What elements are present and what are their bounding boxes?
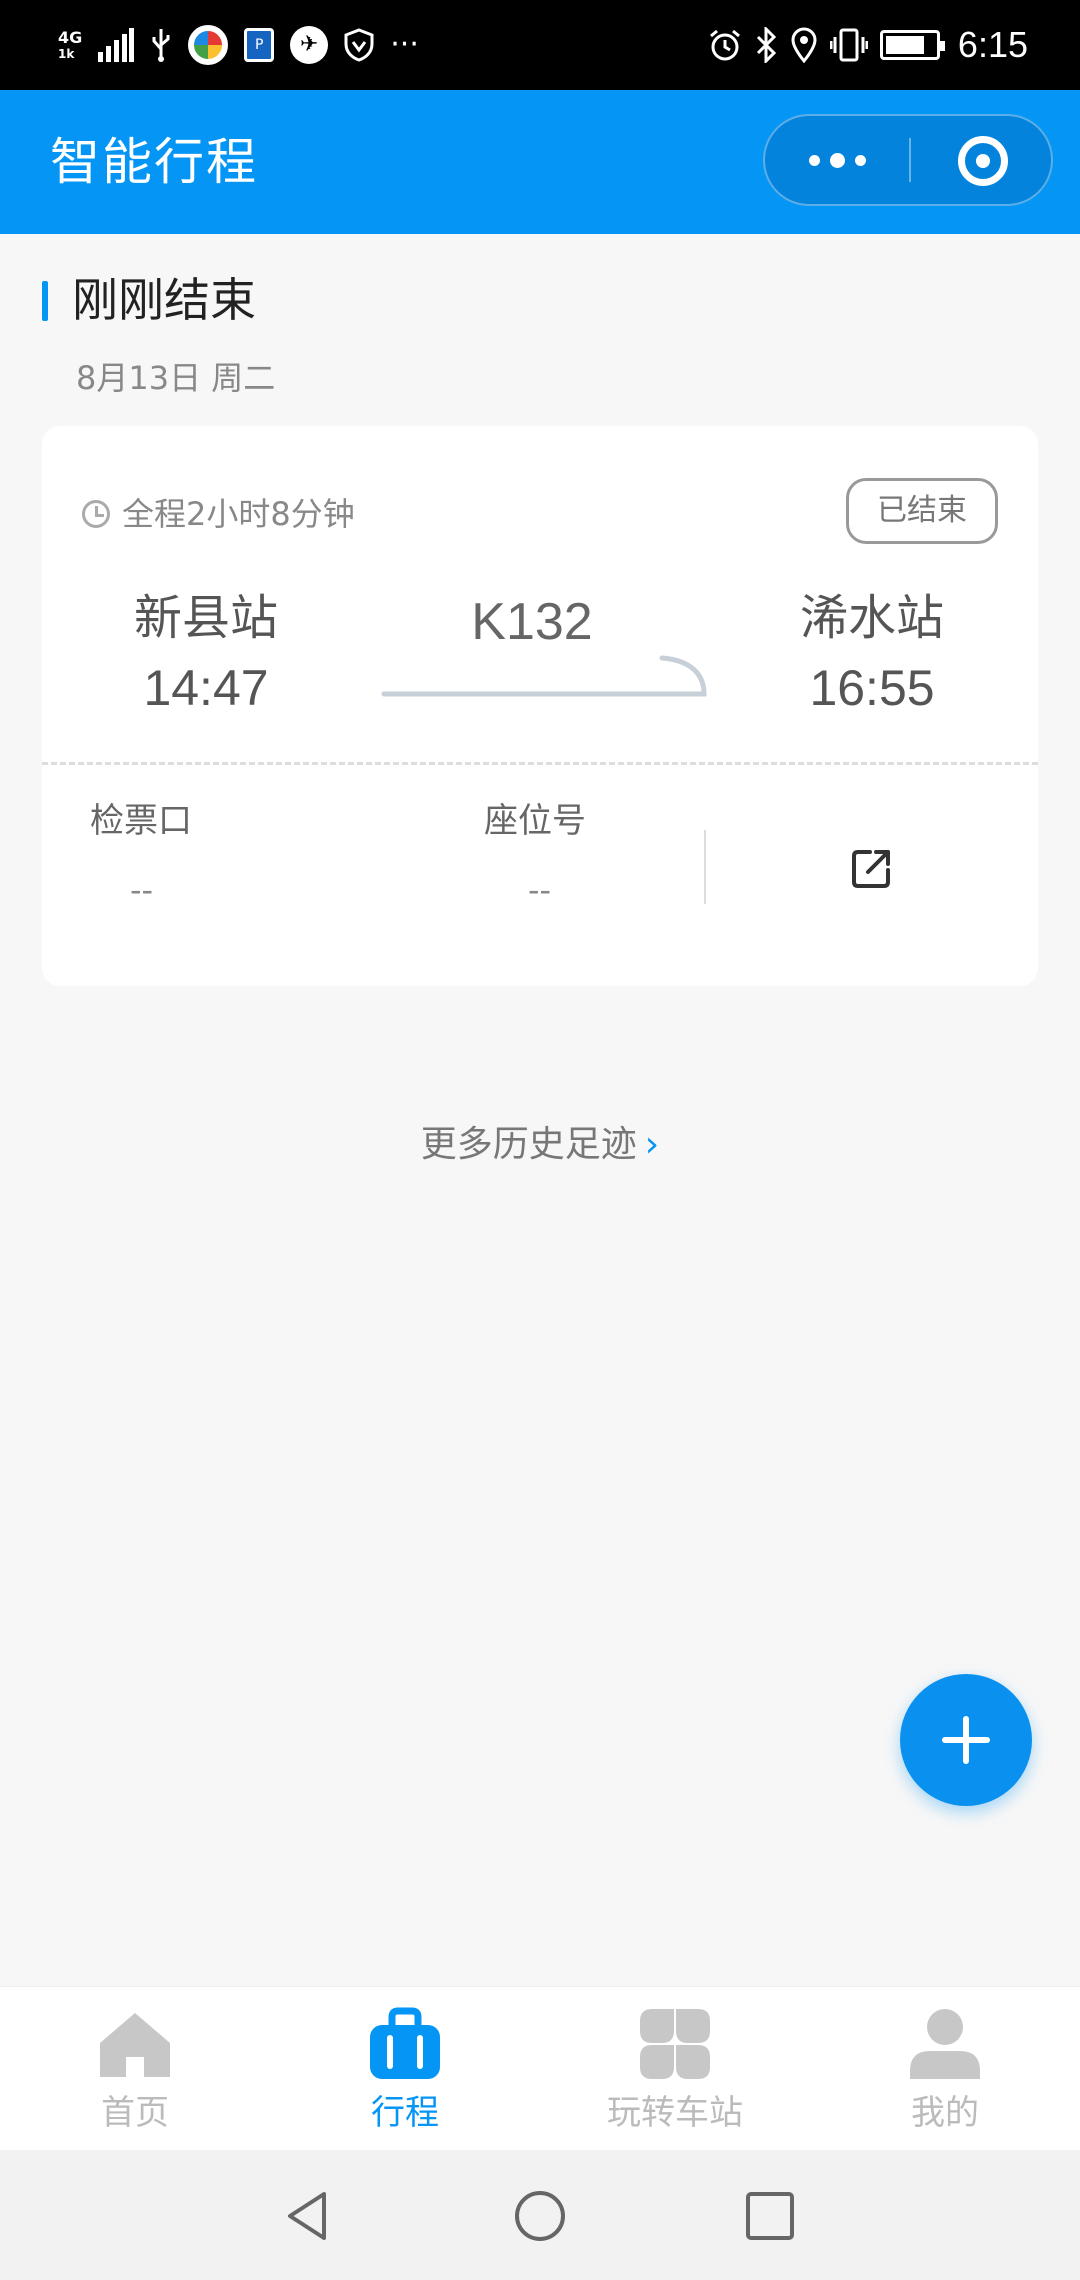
network-speed: 1k	[58, 47, 75, 61]
arrival-station: 浠水站 16:55	[742, 586, 1002, 720]
trip-duration: 全程2小时8分钟	[82, 492, 355, 536]
section-accent-bar	[42, 281, 48, 321]
alarm-icon	[709, 29, 740, 61]
info-divider	[704, 830, 706, 904]
more-dots-icon[interactable]	[765, 116, 909, 204]
clock-time: 6:15	[957, 24, 1028, 65]
ticket-gate-info: 检票口 --	[90, 798, 330, 912]
home-icon	[100, 2013, 170, 2077]
status-right: 6:15	[708, 18, 1028, 72]
history-link-label: 更多历史足迹	[420, 1124, 637, 1165]
trip-card[interactable]: 全程2小时8分钟 已结束 新县站 14:47 K132 浠水站 16:55 检票…	[42, 426, 1038, 986]
system-nav-bar	[0, 2150, 1080, 2280]
seat-info: 座位号 --	[484, 798, 724, 912]
share-icon[interactable]	[848, 844, 896, 892]
mini-program-capsule	[763, 114, 1053, 206]
clock-icon	[82, 500, 110, 528]
person-icon	[910, 2009, 980, 2079]
luggage-icon	[370, 2007, 440, 2079]
recent-apps-icon[interactable]	[742, 2188, 798, 2244]
browser-app-icon	[188, 25, 229, 65]
more-notifications-icon: ···	[390, 27, 419, 62]
section-title: 刚刚结束	[72, 273, 256, 327]
seat-label: 座位号	[484, 801, 586, 841]
history-link[interactable]: 更多历史足迹 ›	[0, 1120, 1080, 1170]
home-circle-icon[interactable]	[512, 2188, 568, 2244]
tab-home[interactable]: 首页	[0, 1987, 270, 2151]
network-indicator: 4G 1k	[58, 28, 83, 62]
duration-text: 全程2小时8分钟	[122, 495, 355, 533]
bluetooth-icon	[756, 27, 777, 63]
arrival-time: 16:55	[809, 660, 935, 716]
shield-icon	[344, 28, 374, 62]
ticket-gate-label: 检票口	[90, 801, 192, 841]
app-header: 智能行程	[0, 90, 1080, 234]
plus-icon[interactable]	[900, 1674, 1032, 1806]
seat-value: --	[528, 871, 552, 909]
bottom-tab-bar: 首页 行程 玩转车站 我的	[0, 1986, 1080, 2150]
vibrate-icon	[829, 28, 868, 62]
target-icon[interactable]	[911, 116, 1053, 204]
tab-profile[interactable]: 我的	[810, 1987, 1080, 2151]
arrival-station-name: 浠水站	[799, 590, 944, 646]
status-bar: 4G 1k P ✈ ··· 6:15	[0, 0, 1080, 90]
tab-trips-label: 行程	[371, 2093, 439, 2133]
usb-icon	[152, 29, 170, 62]
departure-station: 新县站 14:47	[76, 586, 336, 720]
back-icon[interactable]	[280, 2188, 336, 2244]
tab-trips[interactable]: 行程	[270, 1987, 540, 2151]
battery-icon	[879, 30, 945, 60]
ticket-gate-value: --	[130, 871, 154, 909]
tab-home-label: 首页	[101, 2093, 169, 2133]
section-date: 8月13日 周二	[76, 359, 276, 397]
departure-station-name: 新县站	[133, 590, 278, 646]
page-title: 智能行程	[50, 133, 258, 191]
chevron-right-icon: ›	[644, 1124, 660, 1165]
train-route-icon	[381, 655, 707, 697]
status-left: 4G 1k P ✈ ···	[58, 18, 419, 72]
signal-icon	[98, 28, 135, 62]
app-notification-icon: P	[244, 28, 275, 62]
network-type: 4G	[58, 28, 83, 47]
card-divider	[42, 762, 1038, 765]
train-number: K132	[471, 593, 593, 651]
departure-time: 14:47	[143, 660, 269, 716]
status-badge: 已结束	[846, 478, 998, 544]
tab-station-label: 玩转车站	[607, 2093, 743, 2133]
bird-app-icon: ✈	[290, 26, 329, 64]
tab-profile-label: 我的	[911, 2093, 979, 2133]
location-icon	[791, 27, 817, 63]
grid-icon	[640, 2009, 710, 2079]
tab-station[interactable]: 玩转车站	[540, 1987, 810, 2151]
